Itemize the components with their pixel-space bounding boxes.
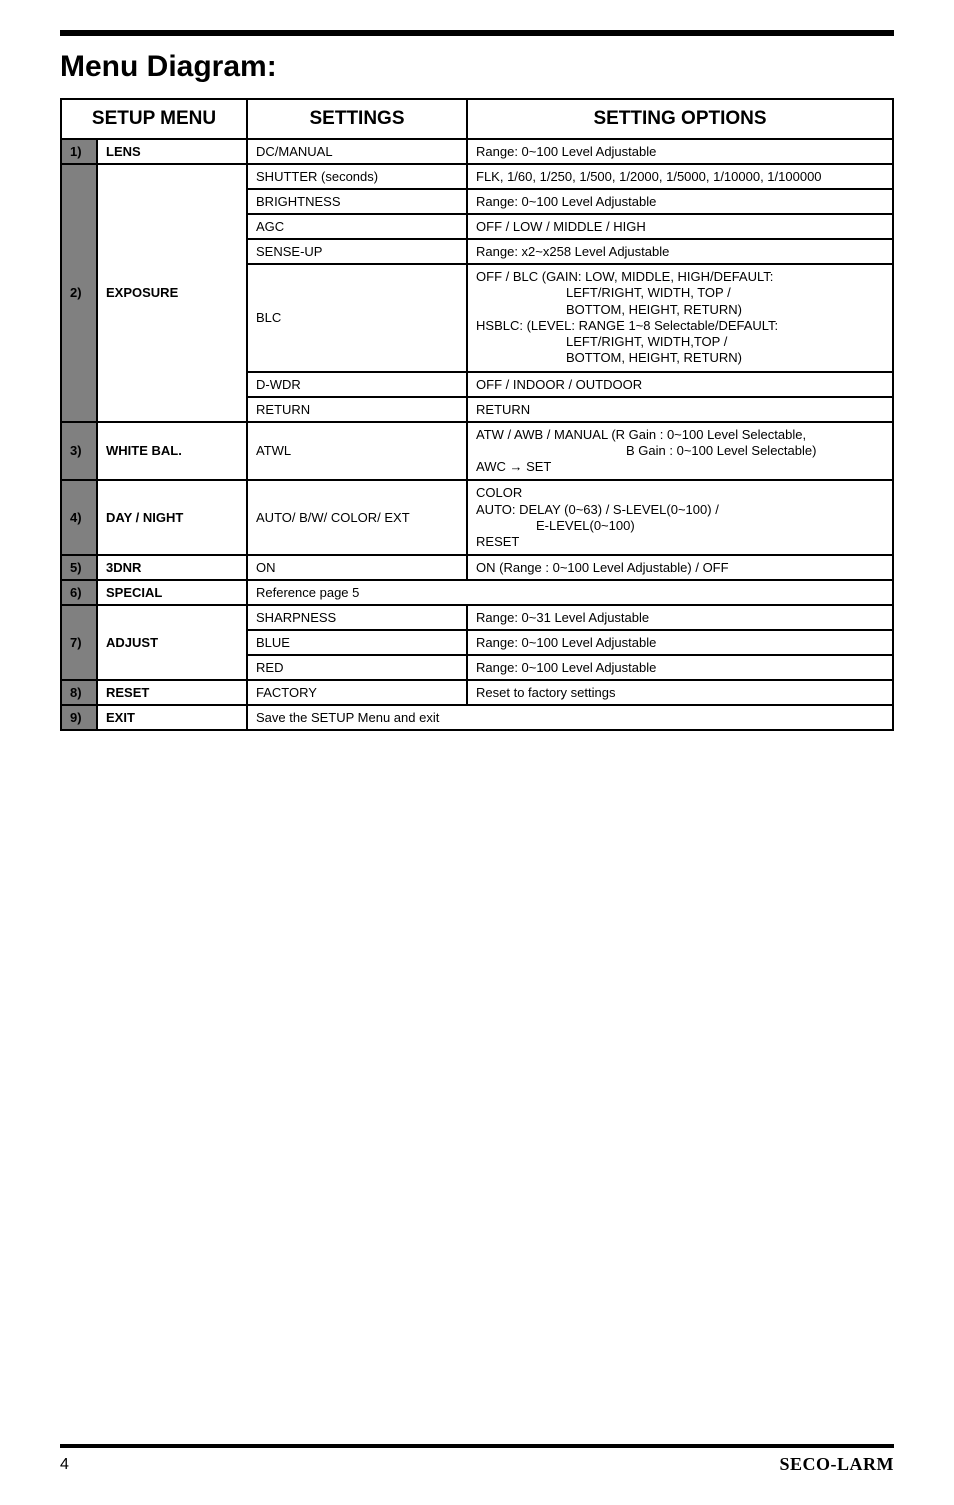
col-settings: SETTINGS xyxy=(247,99,467,139)
row-num: 7) xyxy=(61,605,97,680)
row-num: 8) xyxy=(61,680,97,705)
cell-option: Range: 0~31 Level Adjustable xyxy=(467,605,893,630)
table-header-row: SETUP MENU SETTINGS SETTING OPTIONS xyxy=(61,99,893,139)
text: BOTTOM, HEIGHT, RETURN) xyxy=(476,350,884,366)
menu-table: SETUP MENU SETTINGS SETTING OPTIONS 1) L… xyxy=(60,98,894,731)
row-label-adjust: ADJUST xyxy=(97,605,247,680)
row-num: 5) xyxy=(61,555,97,580)
cell-option-blc: OFF / BLC (GAIN: LOW, MIDDLE, HIGH/DEFAU… xyxy=(467,264,893,372)
cell-option: Range: 0~100 Level Adjustable xyxy=(467,139,893,164)
cell-option: RETURN xyxy=(467,397,893,422)
table-row: 5) 3DNR ON ON (Range : 0~100 Level Adjus… xyxy=(61,555,893,580)
cell-setting: ON xyxy=(247,555,467,580)
cell-setting: SENSE-UP xyxy=(247,239,467,264)
col-setup-menu: SETUP MENU xyxy=(61,99,247,139)
cell-option: Range: 0~100 Level Adjustable xyxy=(467,655,893,680)
cell-setting: ATWL xyxy=(247,422,467,481)
cell-setting: DC/MANUAL xyxy=(247,139,467,164)
text: RESET xyxy=(476,534,519,549)
text: E-LEVEL(0~100) xyxy=(476,518,635,534)
page-footer: 4 SECO-LARM xyxy=(60,1444,894,1475)
cell-option: OFF / INDOOR / OUTDOOR xyxy=(467,372,893,397)
row-label-daynight: DAY / NIGHT xyxy=(97,480,247,555)
table-row: 3) WHITE BAL. ATWL ATW / AWB / MANUAL (R… xyxy=(61,422,893,481)
table-row: 2) EXPOSURE SHUTTER (seconds) FLK, 1/60,… xyxy=(61,164,893,189)
cell-setting: SHUTTER (seconds) xyxy=(247,164,467,189)
cell-setting: FACTORY xyxy=(247,680,467,705)
cell-setting: D-WDR xyxy=(247,372,467,397)
row-label-reset: RESET xyxy=(97,680,247,705)
cell-option: FLK, 1/60, 1/250, 1/500, 1/2000, 1/5000,… xyxy=(467,164,893,189)
top-rule xyxy=(60,30,894,36)
row-num: 3) xyxy=(61,422,97,481)
brand-name: SECO-LARM xyxy=(779,1454,894,1475)
text: B Gain : 0~100 Level Selectable) xyxy=(476,443,884,459)
cell-setting: RED xyxy=(247,655,467,680)
row-num: 9) xyxy=(61,705,97,730)
cell-option: ON (Range : 0~100 Level Adjustable) / OF… xyxy=(467,555,893,580)
row-label-special: SPECIAL xyxy=(97,580,247,605)
cell-setting: AUTO/ B/W/ COLOR/ EXT xyxy=(247,480,467,555)
row-label-whitebal: WHITE BAL. xyxy=(97,422,247,481)
text: ATW / AWB / MANUAL (R Gain : 0~100 Level… xyxy=(476,427,806,442)
text: BOTTOM, HEIGHT, RETURN) xyxy=(476,302,884,318)
table-row: 6) SPECIAL Reference page 5 xyxy=(61,580,893,605)
cell-option: Reset to factory settings xyxy=(467,680,893,705)
row-label-exposure: EXPOSURE xyxy=(97,164,247,422)
row-label-3dnr: 3DNR xyxy=(97,555,247,580)
table-row: 9) EXIT Save the SETUP Menu and exit xyxy=(61,705,893,730)
cell-option-daynight: COLOR AUTO: DELAY (0~63) / S-LEVEL(0~100… xyxy=(467,480,893,555)
page-title: Menu Diagram: xyxy=(60,50,894,84)
row-label-exit: EXIT xyxy=(97,705,247,730)
table-row: 8) RESET FACTORY Reset to factory settin… xyxy=(61,680,893,705)
cell-option: Range: 0~100 Level Adjustable xyxy=(467,630,893,655)
cell-option: OFF / LOW / MIDDLE / HIGH xyxy=(467,214,893,239)
row-label-lens: LENS xyxy=(97,139,247,164)
table-row: 7) ADJUST SHARPNESS Range: 0~31 Level Ad… xyxy=(61,605,893,630)
row-num: 2) xyxy=(61,164,97,422)
cell-setting: Save the SETUP Menu and exit xyxy=(247,705,893,730)
cell-setting: BLC xyxy=(247,264,467,372)
cell-setting: BRIGHTNESS xyxy=(247,189,467,214)
cell-setting: SHARPNESS xyxy=(247,605,467,630)
text: LEFT/RIGHT, WIDTH,TOP / xyxy=(476,334,884,350)
col-setting-options: SETTING OPTIONS xyxy=(467,99,893,139)
cell-option: Range: x2~x258 Level Adjustable xyxy=(467,239,893,264)
cell-setting: RETURN xyxy=(247,397,467,422)
text: LEFT/RIGHT, WIDTH, TOP / xyxy=(476,285,884,301)
cell-option: Range: 0~100 Level Adjustable xyxy=(467,189,893,214)
cell-option-whitebal: ATW / AWB / MANUAL (R Gain : 0~100 Level… xyxy=(467,422,893,481)
cell-setting: BLUE xyxy=(247,630,467,655)
table-row: 4) DAY / NIGHT AUTO/ B/W/ COLOR/ EXT COL… xyxy=(61,480,893,555)
text: OFF / BLC (GAIN: LOW, MIDDLE, HIGH/DEFAU… xyxy=(476,269,773,284)
row-num: 4) xyxy=(61,480,97,555)
row-num: 6) xyxy=(61,580,97,605)
table-row: 1) LENS DC/MANUAL Range: 0~100 Level Adj… xyxy=(61,139,893,164)
cell-setting: AGC xyxy=(247,214,467,239)
text: AWC → SET xyxy=(476,459,551,474)
text: AUTO: DELAY (0~63) / S-LEVEL(0~100) / xyxy=(476,502,719,517)
text: HSBLC: (LEVEL: RANGE 1~8 Selectable/DEFA… xyxy=(476,318,778,333)
cell-setting: Reference page 5 xyxy=(247,580,893,605)
page-number: 4 xyxy=(60,1456,69,1474)
text: COLOR xyxy=(476,485,522,500)
row-num: 1) xyxy=(61,139,97,164)
